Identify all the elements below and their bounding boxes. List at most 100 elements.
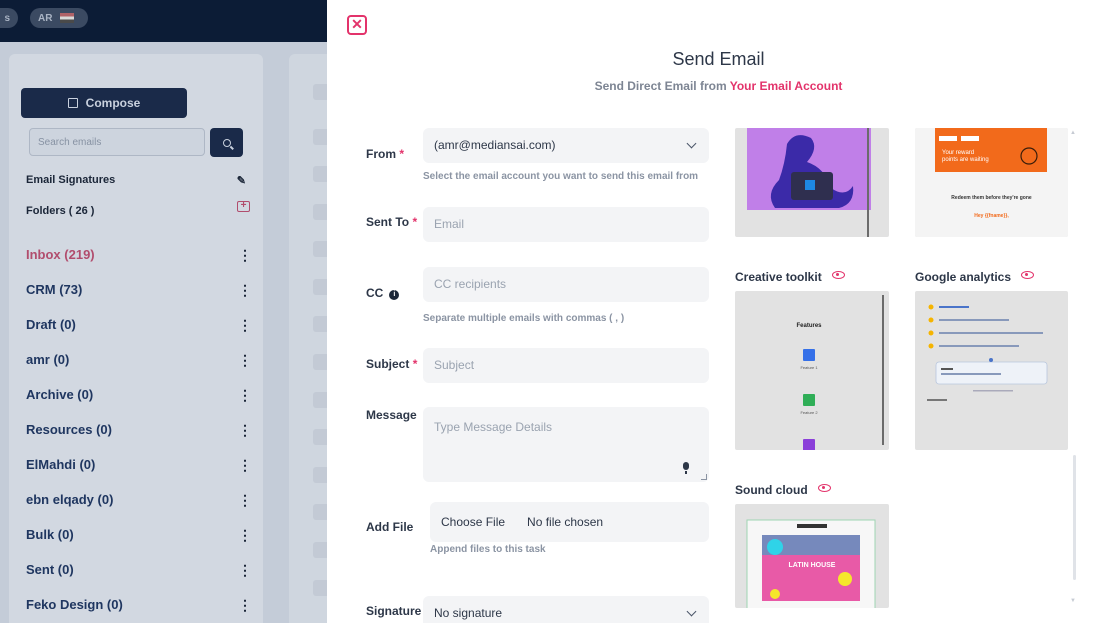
more-vertical-icon[interactable]: ⋮: [238, 598, 252, 612]
folder-item-elmahdi[interactable]: ElMahdi (0) ⋮: [26, 456, 252, 491]
template-thumbnail-illustration[interactable]: [735, 128, 889, 237]
from-select[interactable]: (amr@mediansai.com): [423, 128, 709, 163]
email-signatures-row[interactable]: Email Signatures ✎: [26, 174, 246, 187]
chevron-down-icon: [686, 138, 697, 149]
eye-icon[interactable]: [817, 484, 831, 492]
templates-scrollbar[interactable]: [1073, 455, 1076, 580]
folder-label: Resources (0): [26, 422, 112, 437]
template-title-creative-toolkit: Creative toolkit: [735, 270, 845, 284]
required-mark: *: [399, 147, 405, 161]
folder-label: Feko Design (0): [26, 597, 123, 612]
compose-button[interactable]: Compose: [21, 88, 187, 118]
egypt-flag-icon: [60, 13, 75, 23]
feature-square-green: [803, 394, 815, 406]
search-button[interactable]: [210, 128, 243, 157]
pencil-icon[interactable]: ✎: [237, 174, 246, 187]
sent-to-label: Sent To *: [366, 215, 417, 229]
choose-file-button[interactable]: Choose File: [441, 515, 505, 529]
scroll-down-arrow-icon[interactable]: ▼: [1070, 598, 1076, 604]
folder-item-amr[interactable]: amr (0) ⋮: [26, 351, 252, 386]
more-vertical-icon[interactable]: ⋮: [238, 318, 252, 332]
language-switcher[interactable]: AR: [30, 8, 88, 28]
folder-label: ElMahdi (0): [26, 457, 96, 472]
folder-label: Archive (0): [26, 387, 94, 402]
thumbnail-scrollbar: [882, 295, 884, 445]
message-textarea[interactable]: Type Message Details: [423, 407, 709, 482]
more-vertical-icon[interactable]: ⋮: [238, 458, 252, 472]
eye-icon[interactable]: [831, 271, 845, 279]
poster-text: LATIN HOUSE: [788, 562, 836, 569]
required-mark: *: [412, 215, 418, 229]
soundcloud-email-preview: [746, 519, 876, 608]
from-label: From *: [366, 147, 404, 161]
folder-item-sent[interactable]: Sent (0) ⋮: [26, 561, 252, 596]
microphone-icon[interactable]: [681, 462, 691, 474]
message-placeholder: Type Message Details: [434, 420, 553, 434]
send-email-modal: ✕ Send Email Send Direct Email from Your…: [327, 0, 1110, 623]
reward-cta: Redeem them before they're gone: [951, 195, 1032, 201]
more-vertical-icon[interactable]: ⋮: [238, 388, 252, 402]
subject-label: Subject *: [366, 357, 417, 371]
folder-label: Sent (0): [26, 562, 74, 577]
subject-label-text: Subject: [366, 357, 410, 371]
folder-item-archive[interactable]: Archive (0) ⋮: [26, 386, 252, 421]
add-folder-icon[interactable]: +: [237, 201, 250, 212]
more-vertical-icon[interactable]: ⋮: [238, 563, 252, 577]
close-icon[interactable]: ✕: [347, 15, 367, 35]
message-label: Message: [366, 408, 417, 422]
template-thumbnail-google-analytics[interactable]: [915, 291, 1068, 450]
edit-icon: [67, 98, 78, 108]
folder-item-inbox[interactable]: Inbox (219) ⋮: [26, 246, 252, 281]
required-mark: *: [412, 357, 418, 371]
compose-label: Compose: [85, 96, 141, 110]
file-input[interactable]: Choose File No file chosen: [430, 502, 709, 542]
folder-item-ebn-elqady[interactable]: ebn elqady (0) ⋮: [26, 491, 252, 526]
subtitle-prefix: Send Direct Email from: [594, 79, 730, 93]
folder-label: amr (0): [26, 352, 70, 367]
reward-headline: Your reward points are waiting: [942, 150, 989, 164]
info-icon[interactable]: i: [389, 290, 400, 300]
folders-count-label: Folders ( 26 ): [26, 205, 95, 217]
folder-label: ebn elqady (0): [26, 492, 114, 507]
search-icon: [222, 138, 231, 147]
more-vertical-icon[interactable]: ⋮: [238, 423, 252, 437]
language-label: AR: [38, 12, 53, 24]
more-vertical-icon[interactable]: ⋮: [238, 493, 252, 507]
more-vertical-icon[interactable]: ⋮: [238, 248, 252, 262]
cc-input[interactable]: CC recipients: [423, 267, 709, 302]
template-thumbnail-sound-cloud[interactable]: LATIN HOUSE: [735, 504, 889, 608]
subject-input[interactable]: Subject: [423, 348, 709, 383]
more-vertical-icon[interactable]: ⋮: [238, 353, 252, 367]
template-thumbnail-rewards[interactable]: Your reward points are waiting Redeem the…: [915, 128, 1068, 237]
folder-item-feko-design[interactable]: Feko Design (0) ⋮: [26, 596, 252, 623]
template-title-text: Sound cloud: [735, 483, 808, 497]
reward-line-2: points are waiting: [942, 157, 989, 163]
more-vertical-icon[interactable]: ⋮: [238, 528, 252, 542]
folder-item-crm[interactable]: CRM (73) ⋮: [26, 281, 252, 316]
template-thumbnail-creative-toolkit[interactable]: Features Feature 1 Feature 2: [735, 291, 889, 450]
more-vertical-icon[interactable]: ⋮: [238, 283, 252, 297]
folder-label: Draft (0): [26, 317, 76, 332]
reward-greeting: Hey {{fname}},: [974, 213, 1009, 219]
file-status: No file chosen: [527, 515, 604, 529]
folder-label: Bulk (0): [26, 527, 74, 542]
folder-item-bulk[interactable]: Bulk (0) ⋮: [26, 526, 252, 561]
app-root: s AR Compose Search emails Email Signatu…: [0, 0, 1110, 623]
feature-square-purple: [803, 439, 815, 450]
cc-label-text: CC: [366, 286, 384, 300]
folder-item-resources[interactable]: Resources (0) ⋮: [26, 421, 252, 456]
email-signatures-label: Email Signatures: [26, 174, 116, 186]
sent-to-input[interactable]: Email: [423, 207, 709, 242]
search-emails-input[interactable]: Search emails: [29, 128, 205, 156]
folder-label: Inbox (219): [26, 247, 95, 262]
signature-select[interactable]: No signature: [423, 596, 709, 623]
resize-handle-icon[interactable]: [701, 474, 707, 480]
eye-icon[interactable]: [1021, 271, 1035, 279]
sent-to-label-text: Sent To: [366, 215, 410, 229]
folder-item-draft[interactable]: Draft (0) ⋮: [26, 316, 252, 351]
language-pill-partial[interactable]: s: [0, 8, 18, 28]
folders-header: Folders ( 26 ) +: [26, 201, 250, 217]
scroll-up-arrow-icon[interactable]: ▲: [1070, 130, 1076, 136]
rewards-email-preview: [915, 128, 1068, 237]
template-title-sound-cloud: Sound cloud: [735, 483, 831, 497]
